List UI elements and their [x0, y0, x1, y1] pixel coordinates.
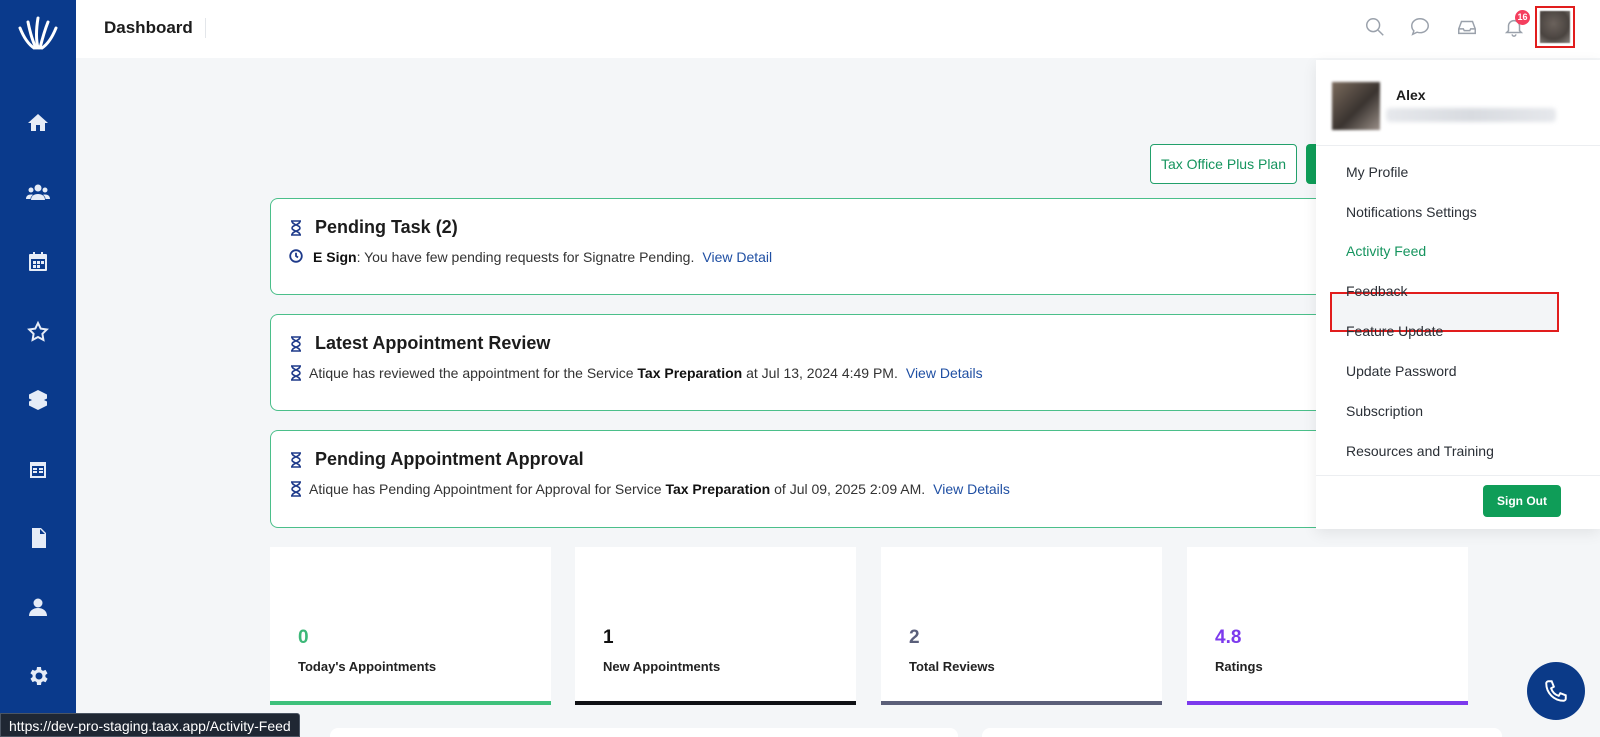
card-line: E Sign : You have few pending requests f… — [289, 249, 772, 265]
clock-icon — [289, 249, 303, 265]
avatar — [1540, 11, 1570, 43]
stat-accent-bar — [270, 701, 551, 705]
sidebar-item-settings[interactable] — [18, 656, 58, 696]
status-url: https://dev-pro-staging.taax.app/Activit… — [0, 713, 300, 737]
divider — [1316, 475, 1600, 476]
user-icon — [29, 598, 47, 616]
card-title: Latest Appointment Review — [289, 333, 550, 354]
stat-value: 4.8 — [1215, 627, 1242, 648]
stat-value: 0 — [298, 627, 309, 648]
pending-task-card: Pending Task (2) E Sign : You have few p… — [270, 198, 1330, 295]
stat-accent-bar — [575, 701, 856, 705]
stat-total-reviews[interactable]: 2 Total Reviews — [881, 547, 1162, 705]
sidebar-item-schedule[interactable] — [18, 450, 58, 490]
sidebar-item-documents[interactable] — [18, 518, 58, 558]
call-button[interactable] — [1527, 662, 1585, 720]
search-button[interactable] — [1364, 16, 1388, 40]
view-details-link[interactable]: View Details — [906, 365, 983, 381]
menu-item-notifications-settings[interactable]: Notifications Settings — [1346, 204, 1477, 220]
stat-value: 1 — [603, 627, 614, 648]
latest-review-card: Latest Appointment Review Atique has rev… — [270, 314, 1330, 411]
stat-ratings[interactable]: 4.8 Ratings — [1187, 547, 1468, 705]
sidebar-item-reviews[interactable] — [18, 312, 58, 352]
stat-label: Total Reviews — [909, 659, 995, 674]
card-title: Pending Appointment Approval — [289, 449, 584, 470]
hourglass-icon — [289, 481, 303, 497]
sidebar-item-home[interactable] — [18, 103, 58, 143]
hourglass-icon — [289, 451, 303, 468]
inbox-icon — [1458, 20, 1476, 35]
profile-name: Alex — [1396, 87, 1426, 103]
gear-icon — [30, 667, 48, 685]
pending-approval-card: Pending Appointment Approval Atique has … — [270, 430, 1330, 528]
stat-todays-appointments[interactable]: 0 Today's Appointments — [270, 547, 551, 705]
notification-count-badge: 16 — [1515, 10, 1530, 25]
stat-label: Ratings — [1215, 659, 1263, 674]
profile-avatar-button[interactable] — [1535, 6, 1575, 48]
phone-icon — [1545, 680, 1567, 702]
document-icon — [32, 528, 46, 548]
page-title: Dashboard — [104, 18, 206, 38]
search-icon — [1366, 18, 1384, 36]
card-line: Atique has reviewed the appointment for … — [289, 365, 983, 381]
stat-label: New Appointments — [603, 659, 721, 674]
chart-panel — [982, 728, 1502, 737]
users-icon — [26, 184, 50, 200]
hourglass-icon — [289, 219, 303, 236]
stat-accent-bar — [1187, 701, 1468, 705]
card-title: Pending Task (2) — [289, 217, 458, 238]
plan-button[interactable]: Tax Office Plus Plan — [1150, 144, 1297, 184]
avatar — [1332, 82, 1380, 130]
star-icon — [27, 320, 49, 342]
menu-item-activity-feed[interactable]: Activity Feed — [1346, 243, 1426, 259]
box-icon — [29, 390, 47, 410]
sidebar-item-account[interactable] — [18, 587, 58, 627]
calendar-grid-icon — [30, 462, 46, 478]
view-detail-link[interactable]: View Detail — [702, 249, 772, 265]
hourglass-icon — [289, 365, 303, 381]
sidebar-item-appointments[interactable] — [18, 242, 58, 282]
menu-item-resources-and-training[interactable]: Resources and Training — [1346, 443, 1494, 459]
top-header: Dashboard 16 — [76, 0, 1600, 58]
sidebar-item-clients[interactable] — [18, 172, 58, 212]
stat-new-appointments[interactable]: 1 New Appointments — [575, 547, 856, 705]
stat-accent-bar — [881, 701, 1162, 705]
sidebar-item-services[interactable] — [18, 380, 58, 420]
sidebar — [0, 0, 76, 737]
chart-panel — [330, 728, 958, 737]
messages-button[interactable] — [1409, 16, 1433, 40]
menu-item-update-password[interactable]: Update Password — [1346, 363, 1457, 379]
menu-item-my-profile[interactable]: My Profile — [1346, 164, 1408, 180]
inbox-button[interactable] — [1456, 16, 1480, 40]
menu-item-feedback[interactable]: Feedback — [1346, 283, 1407, 299]
menu-item-feature-update[interactable]: Feature Update — [1346, 323, 1443, 339]
menu-item-subscription[interactable]: Subscription — [1346, 403, 1423, 419]
view-details-link[interactable]: View Details — [933, 481, 1010, 497]
calendar-icon — [29, 252, 47, 271]
notifications-button[interactable]: 16 — [1503, 10, 1530, 40]
profile-email-redacted — [1386, 108, 1556, 122]
stat-value: 2 — [909, 627, 920, 648]
card-line: Atique has Pending Appointment for Appro… — [289, 481, 1010, 497]
stat-label: Today's Appointments — [298, 659, 437, 674]
logo-icon[interactable] — [14, 14, 62, 54]
divider — [1316, 145, 1600, 146]
chat-bubble-icon — [1411, 18, 1429, 36]
home-icon — [28, 114, 48, 131]
profile-menu: Alex My Profile Notifications Settings A… — [1316, 60, 1600, 529]
hourglass-icon — [289, 335, 303, 352]
sign-out-button[interactable]: Sign Out — [1483, 485, 1561, 517]
